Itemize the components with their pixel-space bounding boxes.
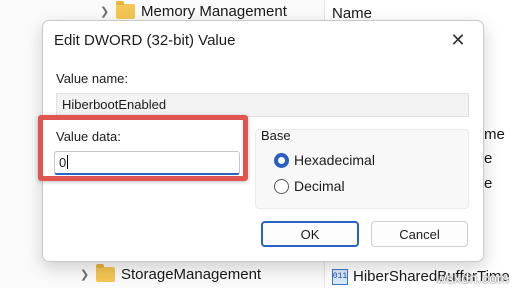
value-name-fragment: e bbox=[484, 150, 493, 167]
value-name-fragment: e bbox=[484, 175, 493, 192]
tree-item-storage-management[interactable]: ❯ StorageManagement bbox=[80, 264, 262, 283]
value-name-label: Value name: bbox=[56, 71, 129, 86]
radio-decimal[interactable]: Decimal bbox=[274, 178, 345, 194]
close-button[interactable]: ✕ bbox=[443, 27, 473, 53]
base-label: Base bbox=[261, 128, 291, 143]
radio-label: Decimal bbox=[294, 178, 345, 194]
close-icon: ✕ bbox=[450, 29, 466, 50]
folder-icon bbox=[96, 264, 115, 282]
tree-item-memory-management[interactable]: ❯ Memory Management bbox=[100, 1, 287, 20]
annotation-highlight-box bbox=[38, 115, 248, 181]
ok-button[interactable]: OK bbox=[261, 221, 359, 247]
radio-checked-icon[interactable] bbox=[274, 152, 289, 168]
radio-hexadecimal[interactable]: Hexadecimal bbox=[274, 152, 375, 168]
dword-value-icon: 011 bbox=[332, 268, 348, 285]
chevron-right-icon[interactable]: ❯ bbox=[100, 5, 116, 18]
chevron-right-icon[interactable]: ❯ bbox=[80, 268, 96, 281]
radio-unchecked-icon[interactable] bbox=[274, 178, 289, 194]
watermark: wsxdn.com bbox=[436, 270, 509, 286]
radio-label: Hexadecimal bbox=[294, 152, 375, 168]
value-name-fragment: me bbox=[484, 126, 505, 143]
folder-icon bbox=[116, 1, 135, 19]
value-name-field[interactable]: HiberbootEnabled bbox=[56, 93, 469, 117]
dialog-title: Edit DWORD (32-bit) Value bbox=[54, 32, 236, 49]
cancel-button[interactable]: Cancel bbox=[371, 221, 468, 247]
tree-item-label: StorageManagement bbox=[121, 266, 262, 283]
tree-item-label: Memory Management bbox=[141, 3, 287, 20]
